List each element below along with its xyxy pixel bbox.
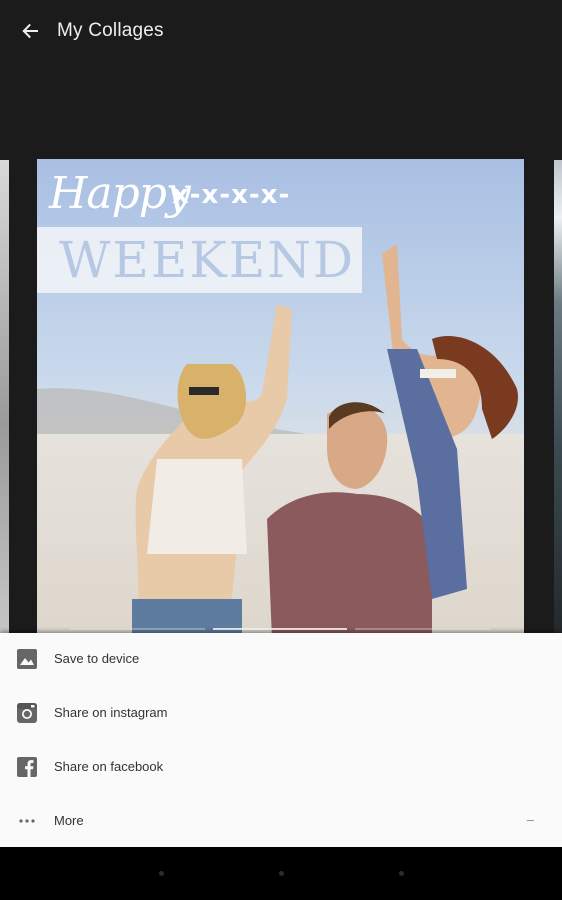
collage-headline-top: Happy [49, 168, 191, 219]
share-facebook-button[interactable]: Share on facebook [0, 741, 562, 795]
share-sheet: Save to device Share on instagram Share … [0, 633, 562, 847]
save-to-device-button[interactable]: Save to device [0, 633, 562, 687]
collage-headline-row: Happy x-x-x-x- [45, 165, 515, 229]
more-dots-icon [14, 808, 40, 834]
collage-headline-bottom: WEEKEND [59, 231, 356, 289]
next-collage-peek[interactable] [554, 160, 562, 634]
instagram-icon [14, 700, 40, 726]
page-indicator [70, 628, 491, 631]
collage-headline-bottom-box: WEEKEND [37, 227, 362, 293]
collage-viewer[interactable]: Happy x-x-x-x- WEEKEND [0, 62, 562, 634]
back-button[interactable] [14, 16, 46, 46]
share-facebook-label: Share on facebook [54, 759, 164, 774]
share-instagram-button[interactable]: Share on instagram [0, 687, 562, 741]
facebook-icon [14, 754, 40, 780]
collage-decoration: x-x-x-x- [172, 180, 291, 210]
page-indicator-segment [355, 628, 491, 630]
previous-collage-peek[interactable] [0, 160, 9, 634]
nav-back-button[interactable] [159, 871, 164, 876]
nav-home-button[interactable] [279, 871, 284, 876]
more-button[interactable]: More – [0, 795, 562, 849]
more-label: More [54, 813, 84, 828]
gallery-icon [14, 646, 40, 672]
app-bar: My Collages [0, 0, 562, 62]
share-instagram-label: Share on instagram [54, 705, 168, 720]
collage-card[interactable]: Happy x-x-x-x- WEEKEND [37, 159, 524, 634]
nav-recents-button[interactable] [399, 871, 404, 876]
page-indicator-segment-active [212, 628, 348, 630]
arrow-back-icon [22, 23, 38, 39]
more-trailing-indicator: – [526, 812, 534, 827]
page-title: My Collages [57, 20, 164, 41]
page-indicator-segment [70, 628, 205, 630]
system-navigation-bar [0, 847, 562, 900]
save-to-device-label: Save to device [54, 651, 140, 666]
